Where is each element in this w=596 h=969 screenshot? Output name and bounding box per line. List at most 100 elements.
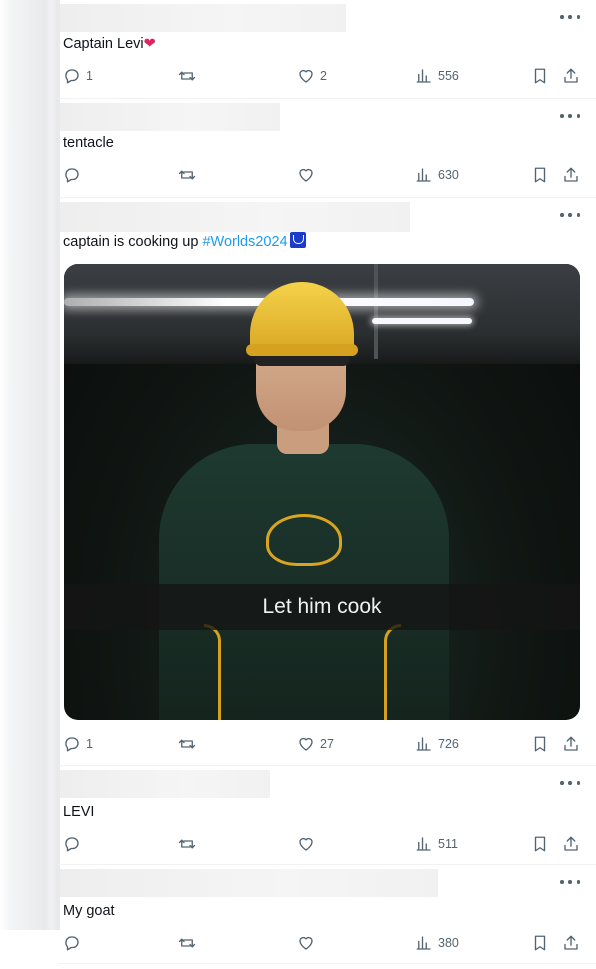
tweet[interactable]: captain is cooking up #Worlds2024 Let hi… [58, 198, 596, 766]
tweet-actions: 1 2 556 [58, 64, 596, 88]
views-icon [416, 936, 431, 950]
like-button[interactable]: 27 [297, 732, 334, 756]
hard-hat-brim [246, 344, 358, 356]
bookmark-icon [534, 736, 546, 752]
tweet[interactable]: Captain Levi❤ 1 2 556 [58, 0, 596, 99]
redacted-author [60, 202, 410, 232]
reply-icon [65, 936, 79, 951]
views-button[interactable]: 726 [415, 732, 459, 756]
bookmark-button[interactable] [531, 931, 549, 955]
like-button[interactable] [297, 931, 315, 955]
share-button[interactable] [562, 64, 580, 88]
more-icon[interactable] [560, 876, 580, 888]
more-icon[interactable] [560, 110, 580, 122]
view-count: 630 [438, 168, 459, 182]
like-button[interactable] [297, 163, 315, 187]
views-icon [416, 837, 431, 851]
more-icon[interactable] [560, 11, 580, 23]
redacted-author [60, 4, 346, 32]
bookmark-icon [534, 935, 546, 951]
tweet-text: Captain Levi❤ [63, 36, 156, 52]
share-button[interactable] [562, 163, 580, 187]
share-button[interactable] [562, 931, 580, 955]
views-icon [416, 168, 431, 182]
tweet-actions: 1 27 726 [58, 732, 596, 756]
retweet-icon [178, 839, 196, 849]
tweet-text: My goat [63, 903, 115, 919]
like-icon [299, 936, 313, 950]
hashtag-link[interactable]: #Worlds2024 [202, 234, 287, 250]
tweet-text: tentacle [63, 135, 114, 151]
tweet[interactable]: tentacle 630 [58, 99, 596, 198]
like-icon [299, 168, 313, 182]
share-button[interactable] [562, 832, 580, 856]
share-icon [564, 836, 578, 851]
reply-icon [65, 168, 79, 183]
retweet-button[interactable] [178, 931, 196, 955]
worlds-badge-icon [289, 232, 306, 248]
bookmark-button[interactable] [531, 163, 549, 187]
tweet[interactable]: My goat 380 [58, 865, 596, 964]
reply-count: 1 [86, 69, 93, 83]
retweet-button[interactable] [178, 64, 196, 88]
retweet-icon [178, 938, 196, 948]
share-icon [564, 736, 578, 751]
retweet-button[interactable] [178, 732, 196, 756]
views-icon [416, 69, 431, 83]
media-caption: Let him cook [64, 584, 580, 630]
bookmark-button[interactable] [531, 832, 549, 856]
view-count: 380 [438, 936, 459, 950]
heart-emoji: ❤ [143, 36, 156, 52]
share-button[interactable] [562, 732, 580, 756]
tweet[interactable]: LEVI 511 [58, 766, 596, 865]
reply-button[interactable]: 1 [63, 64, 93, 88]
views-button[interactable]: 380 [415, 931, 459, 955]
retweet-icon [178, 71, 196, 81]
like-button[interactable] [297, 832, 315, 856]
like-button[interactable]: 2 [297, 64, 327, 88]
bookmark-icon [534, 167, 546, 183]
views-button[interactable]: 630 [415, 163, 459, 187]
reply-count: 1 [86, 737, 93, 751]
jersey-stripe [384, 624, 401, 720]
bookmark-button[interactable] [531, 64, 549, 88]
like-count: 27 [320, 737, 334, 751]
views-icon [416, 737, 431, 751]
tweet-actions: 380 [58, 931, 596, 955]
ceiling-light [372, 318, 472, 324]
tweet-media-image[interactable]: Let him cook [64, 264, 580, 720]
redacted-author [60, 103, 280, 131]
view-count: 726 [438, 737, 459, 751]
reply-button[interactable] [63, 832, 81, 856]
tweet-actions: 630 [58, 163, 596, 187]
reply-icon [65, 837, 79, 852]
views-button[interactable]: 556 [415, 64, 459, 88]
retweet-icon [178, 739, 196, 749]
reply-button[interactable] [63, 931, 81, 955]
like-icon [299, 69, 313, 83]
views-button[interactable]: 511 [415, 832, 458, 856]
bookmark-icon [534, 836, 546, 852]
ceiling-beam [374, 264, 378, 359]
tweet-text: LEVI [63, 804, 95, 820]
tweet-actions: 511 [58, 832, 596, 856]
retweet-button[interactable] [178, 832, 196, 856]
share-icon [564, 167, 578, 182]
view-count: 511 [438, 837, 458, 851]
more-icon[interactable] [560, 209, 580, 221]
jersey-stripe [204, 624, 221, 720]
bookmark-button[interactable] [531, 732, 549, 756]
redacted-author [60, 869, 438, 897]
reply-button[interactable] [63, 163, 81, 187]
retweet-icon [178, 170, 196, 180]
reply-icon [65, 69, 79, 84]
redacted-author [60, 770, 270, 798]
reply-icon [65, 737, 79, 752]
more-icon[interactable] [560, 777, 580, 789]
bookmark-icon [534, 68, 546, 84]
retweet-button[interactable] [178, 163, 196, 187]
reply-button[interactable]: 1 [63, 732, 93, 756]
view-count: 556 [438, 69, 459, 83]
team-logo [266, 514, 342, 566]
like-icon [299, 737, 313, 751]
